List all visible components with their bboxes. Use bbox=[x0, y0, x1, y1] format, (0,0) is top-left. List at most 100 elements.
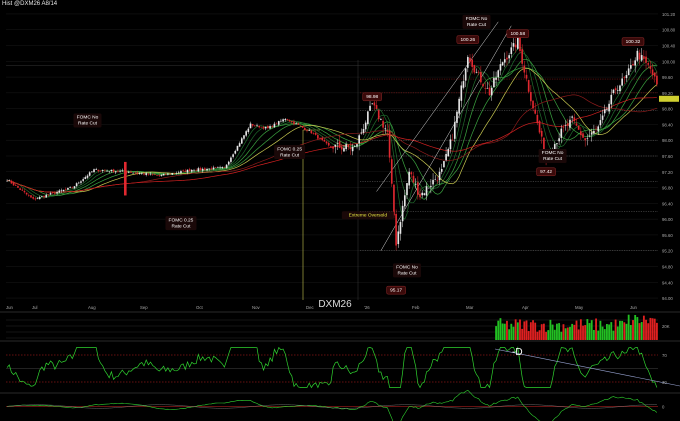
candle-body bbox=[136, 172, 139, 174]
candle-body bbox=[197, 168, 200, 172]
volume-bar bbox=[612, 330, 615, 340]
candle-body bbox=[230, 157, 232, 162]
candle-body bbox=[484, 88, 487, 89]
volume-bar bbox=[564, 328, 567, 340]
candle-body bbox=[127, 172, 130, 173]
volume-bar bbox=[629, 325, 632, 340]
ma-line bbox=[7, 97, 657, 193]
volume-bar bbox=[584, 325, 587, 340]
candle-body bbox=[490, 87, 493, 96]
candle-body bbox=[503, 59, 506, 63]
candle-body bbox=[582, 133, 584, 138]
candle-body bbox=[462, 81, 465, 88]
candle-body bbox=[417, 182, 419, 195]
annotation-text: FOMC No bbox=[77, 115, 99, 121]
ma-line bbox=[7, 46, 658, 220]
candle-body bbox=[427, 187, 430, 189]
candle-body bbox=[112, 169, 115, 173]
candle-body bbox=[219, 167, 221, 168]
candle-body bbox=[438, 171, 441, 181]
candle-body bbox=[634, 60, 637, 66]
candle-body bbox=[249, 123, 252, 129]
annotation-text: FOMC No bbox=[542, 150, 564, 156]
annotation-text: Rate Cut bbox=[543, 156, 563, 162]
candle-body bbox=[358, 135, 360, 144]
y-tick-label: 95.20 bbox=[662, 249, 673, 254]
volume-bar bbox=[616, 326, 619, 340]
candle-body bbox=[212, 167, 215, 170]
candle-body bbox=[601, 115, 604, 120]
candle-body bbox=[208, 168, 211, 170]
candle-body bbox=[162, 173, 165, 176]
momentum-axis-label: 0 bbox=[662, 405, 665, 410]
candle-body bbox=[464, 68, 467, 81]
volume-bar bbox=[540, 324, 543, 340]
candle-body bbox=[527, 80, 530, 92]
ma-line bbox=[7, 67, 658, 193]
candle-body bbox=[340, 146, 343, 150]
x-tick-label: '26 bbox=[364, 305, 370, 310]
candle-body bbox=[121, 170, 124, 172]
candle-body bbox=[290, 120, 293, 122]
volume-bar bbox=[495, 326, 497, 340]
candle-body bbox=[458, 98, 460, 114]
x-tick-label: Aug bbox=[88, 305, 96, 310]
annotation-text: Rate Cut bbox=[78, 121, 98, 127]
candle-body bbox=[193, 170, 195, 172]
volume-bar bbox=[614, 319, 617, 340]
candle-body bbox=[530, 91, 532, 102]
volume-bar bbox=[529, 322, 532, 340]
y-tick-label: 96.00 bbox=[662, 217, 673, 222]
annotation-text: Rate Cut bbox=[467, 22, 487, 28]
candle-body bbox=[234, 150, 237, 154]
candle-body bbox=[453, 122, 456, 139]
volume-bar bbox=[621, 320, 624, 340]
volume-bar bbox=[642, 315, 645, 340]
volume-bar bbox=[592, 329, 595, 340]
volume-bar bbox=[627, 314, 630, 340]
candle-body bbox=[27, 195, 30, 196]
candle-body bbox=[382, 120, 384, 128]
x-tick-label: Jul bbox=[32, 305, 38, 310]
volume-bar bbox=[499, 318, 502, 340]
annotation-text: FOMC 0.25 bbox=[169, 217, 194, 223]
x-tick-label: Dec bbox=[306, 305, 314, 310]
candle-body bbox=[190, 170, 193, 172]
x-tick-label: Jun bbox=[630, 305, 638, 310]
candle-body bbox=[571, 116, 573, 118]
candle-body bbox=[175, 172, 178, 174]
y-tick-label: 99.60 bbox=[662, 75, 673, 80]
candle-body bbox=[280, 120, 282, 122]
candle-body bbox=[638, 52, 641, 60]
candle-body bbox=[14, 185, 17, 186]
candle-body bbox=[77, 182, 80, 184]
candle-body bbox=[214, 167, 217, 168]
candle-body bbox=[506, 57, 508, 60]
candle-body bbox=[430, 185, 432, 187]
candle-body bbox=[251, 124, 254, 126]
volume-bar bbox=[503, 323, 506, 340]
candle-body bbox=[86, 175, 89, 178]
osc-line bbox=[6, 346, 658, 389]
candle-body bbox=[501, 62, 504, 66]
candle-body bbox=[45, 195, 48, 198]
candle-body bbox=[147, 173, 150, 175]
candle-body bbox=[260, 126, 263, 128]
candle-body bbox=[327, 142, 330, 146]
candle-body bbox=[238, 143, 241, 147]
candle-body bbox=[488, 87, 491, 96]
candle-body bbox=[399, 222, 402, 234]
annotation-text: FOMC 0.25 bbox=[277, 146, 302, 152]
candle-body bbox=[525, 74, 528, 79]
candle-body bbox=[149, 173, 152, 175]
y-tick-label: 98.00 bbox=[662, 138, 673, 143]
candle-body bbox=[364, 122, 367, 130]
candle-body bbox=[273, 123, 276, 128]
volume-bar bbox=[656, 322, 658, 340]
candle-body bbox=[195, 170, 197, 171]
x-tick-label: Nov bbox=[252, 305, 260, 310]
candle-body bbox=[440, 168, 443, 172]
candle-body bbox=[590, 132, 593, 135]
candle-body bbox=[534, 109, 537, 114]
candle-body bbox=[493, 78, 495, 88]
